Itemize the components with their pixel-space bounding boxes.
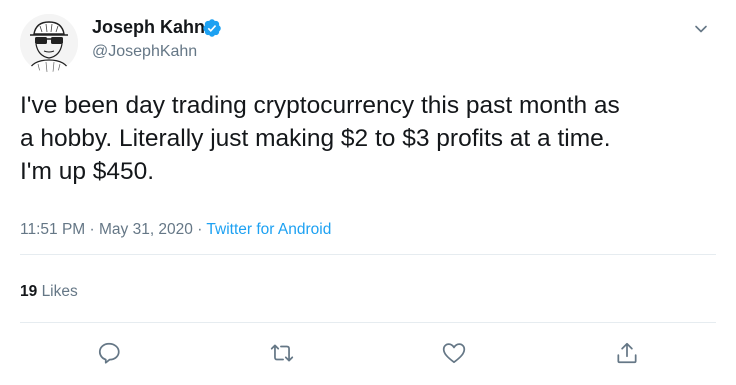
meta-separator: ·: [85, 221, 99, 238]
heart-icon[interactable]: [441, 340, 467, 366]
tweet-card: Joseph Kahn @JosephKahn I've been day tr…: [0, 0, 736, 385]
reply-icon[interactable]: [96, 340, 122, 366]
tweet-date[interactable]: May 31, 2020: [99, 221, 193, 238]
likes-stat[interactable]: 19 Likes: [20, 283, 78, 301]
chevron-down-icon[interactable]: [692, 20, 710, 38]
avatar[interactable]: [20, 14, 78, 72]
share-icon[interactable]: [614, 340, 640, 366]
tweet-time[interactable]: 11:51 PM: [20, 221, 85, 238]
tweet-text-line: a hobby. Literally just making $2 to $3 …: [20, 125, 611, 152]
tweet-text: I've been day trading cryptocurrency thi…: [20, 89, 720, 188]
tweet-actions: [0, 336, 736, 372]
retweet-icon[interactable]: [269, 340, 295, 366]
likes-label: Likes: [41, 283, 78, 300]
verified-badge-icon: [202, 18, 222, 38]
tweet-text-line: I've been day trading cryptocurrency thi…: [20, 92, 620, 119]
user-handle[interactable]: @JosephKahn: [92, 43, 197, 61]
tweet-source-link[interactable]: Twitter for Android: [206, 221, 331, 238]
tweet-meta: 11:51 PM · May 31, 2020 · Twitter for An…: [20, 221, 331, 239]
meta-separator: ·: [192, 221, 207, 238]
divider: [20, 254, 716, 255]
tweet-text-line: I'm up $450.: [20, 158, 155, 185]
likes-count: 19: [20, 283, 38, 300]
divider: [20, 322, 716, 323]
tweet-header: Joseph Kahn @JosephKahn: [20, 14, 716, 74]
user-name[interactable]: Joseph Kahn: [92, 17, 205, 38]
